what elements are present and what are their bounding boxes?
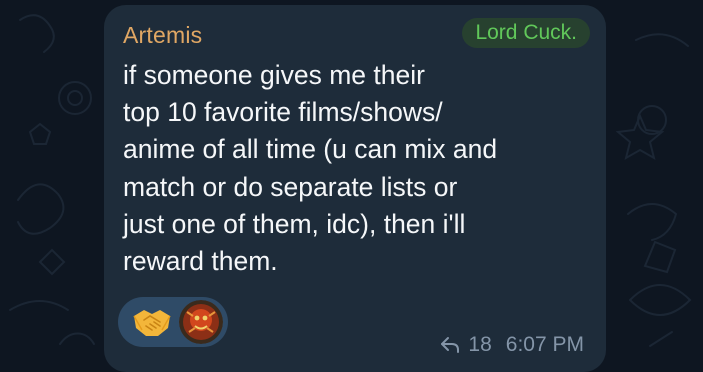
message-bubble[interactable]: Artemis Lord Cuck. if someone gives me t… [104, 5, 606, 372]
reaction-pill[interactable] [118, 297, 228, 347]
message-time: 6:07 PM [505, 333, 584, 356]
reactor-avatar[interactable] [179, 300, 223, 344]
reply-arrow-icon[interactable] [440, 336, 460, 354]
message-text: if someone gives me their top 10 favorit… [123, 60, 498, 277]
admin-title-badge: Lord Cuck. [462, 18, 590, 48]
reply-count[interactable]: 18 [468, 333, 491, 357]
avatar [179, 300, 223, 344]
sender-name[interactable]: Artemis [123, 22, 202, 49]
handshake-emoji [133, 310, 171, 336]
message-meta: 18 6:07 PM [440, 332, 584, 358]
